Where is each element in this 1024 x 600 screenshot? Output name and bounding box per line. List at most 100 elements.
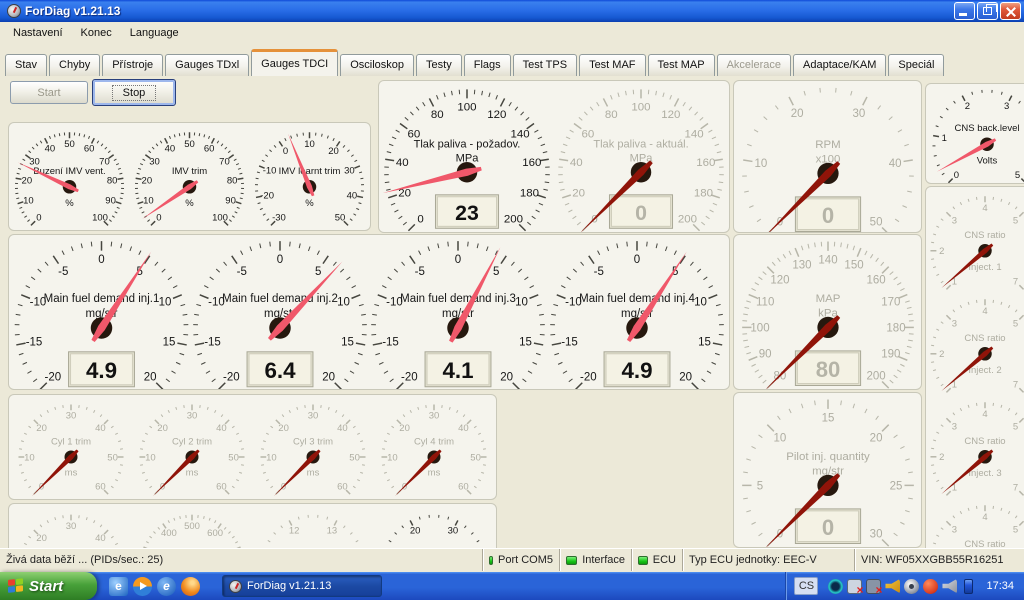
tab-pristroje[interactable]: Přístroje: [102, 54, 163, 76]
svg-text:160: 160: [522, 157, 541, 169]
svg-text:CNS ratio: CNS ratio: [964, 333, 1005, 344]
connection-error-icon[interactable]: [866, 579, 881, 594]
fordiag-task-button[interactable]: ForDiag v1.21.13: [222, 575, 382, 597]
tab-stav[interactable]: Stav: [5, 54, 47, 76]
svg-text:4.9: 4.9: [86, 358, 117, 383]
svg-text:0: 0: [635, 201, 647, 225]
svg-text:20: 20: [157, 423, 168, 434]
gauge-bottom-4: 01020304050: [374, 506, 494, 548]
gauge-bottom-3: 101112131415: [253, 506, 373, 548]
svg-text:40: 40: [95, 533, 106, 544]
close-button[interactable]: [1000, 2, 1021, 20]
task-button-label: ForDiag v1.21.13: [247, 580, 331, 592]
svg-text:Main fuel demand inj.1: Main fuel demand inj.1: [44, 293, 160, 305]
svg-text:60: 60: [458, 482, 469, 493]
svg-text:23: 23: [455, 201, 479, 225]
svg-text:1: 1: [942, 133, 947, 144]
stop-button[interactable]: Stop: [92, 79, 176, 106]
svg-text:-15: -15: [561, 336, 578, 348]
tab-test-maf[interactable]: Test MAF: [579, 54, 645, 76]
svg-text:40: 40: [570, 157, 583, 169]
svg-text:-5: -5: [593, 266, 603, 278]
internet-explorer-icon[interactable]: e: [157, 577, 176, 596]
restore-button[interactable]: [977, 2, 998, 20]
svg-text:50: 50: [349, 452, 360, 463]
svg-text:Main fuel demand inj.3: Main fuel demand inj.3: [400, 293, 516, 305]
svg-text:-5: -5: [237, 266, 247, 278]
status-port: Port COM5: [483, 549, 560, 571]
menu-konec[interactable]: Konec: [72, 24, 121, 42]
antivirus-icon[interactable]: [923, 579, 938, 594]
svg-text:MAP: MAP: [816, 293, 841, 305]
svg-text:80: 80: [605, 109, 618, 121]
svg-text:100: 100: [750, 322, 769, 334]
volume-icon[interactable]: [885, 579, 900, 594]
panel-map: 8090100110120130140150160170180190200MAP…: [733, 234, 922, 390]
svg-text:30: 30: [187, 411, 198, 422]
svg-text:Cyl 1 trim: Cyl 1 trim: [51, 437, 91, 448]
tab-chyby[interactable]: Chyby: [49, 54, 100, 76]
tab-test-tps[interactable]: Test TPS: [513, 54, 577, 76]
svg-text:4: 4: [982, 203, 987, 214]
svg-text:120: 120: [661, 109, 680, 121]
svg-text:50: 50: [107, 452, 118, 463]
svg-text:-30: -30: [272, 213, 286, 224]
tab-gauges-tdxl[interactable]: Gauges TDxl: [165, 54, 249, 76]
svg-text:12: 12: [289, 525, 300, 536]
svg-text:80: 80: [431, 109, 444, 121]
svg-text:190: 190: [881, 348, 900, 360]
panel-main-fuel-demand: -20-15-10-505101520Main fuel demand inj.…: [8, 234, 730, 390]
svg-text:Cyl 4 trim: Cyl 4 trim: [414, 437, 454, 448]
svg-text:160: 160: [866, 274, 885, 286]
svg-text:20: 20: [410, 525, 421, 536]
svg-text:200: 200: [866, 371, 885, 383]
svg-text:ms: ms: [307, 468, 320, 479]
svg-text:30: 30: [429, 411, 440, 422]
tab-special[interactable]: Speciál: [888, 54, 944, 76]
svg-text:60: 60: [216, 482, 227, 493]
svg-text:60: 60: [337, 482, 348, 493]
svg-text:110: 110: [756, 296, 774, 308]
svg-text:15: 15: [341, 336, 354, 348]
tab-gauges-tdci[interactable]: Gauges TDCI: [251, 49, 338, 76]
svg-text:7: 7: [1013, 277, 1018, 288]
tab-strip: Stav Chyby Přístroje Gauges TDxl Gauges …: [0, 44, 1024, 76]
media-player-icon[interactable]: [133, 577, 152, 596]
svg-text:3: 3: [952, 319, 957, 330]
svg-text:ms: ms: [428, 468, 441, 479]
tab-osciloskop[interactable]: Osciloskop: [340, 54, 414, 76]
tab-flags[interactable]: Flags: [464, 54, 511, 76]
svg-text:2: 2: [939, 246, 944, 257]
svg-text:40: 40: [95, 423, 106, 434]
tab-adaptace-kam[interactable]: Adaptace/KAM: [793, 54, 886, 76]
svg-text:90: 90: [105, 195, 116, 206]
network-offline-icon[interactable]: [847, 579, 862, 594]
sound-device-icon[interactable]: [942, 579, 957, 594]
svg-text:50: 50: [228, 452, 239, 463]
firefox-icon[interactable]: [181, 577, 200, 596]
menu-nastaveni[interactable]: Nastavení: [4, 24, 72, 42]
svg-text:60: 60: [204, 144, 215, 155]
status-interface-label: Interface: [582, 554, 625, 566]
gauge-rpm: 01020304050RPMx1000: [737, 84, 919, 233]
svg-text:%: %: [185, 198, 194, 209]
battery-icon[interactable]: [964, 579, 973, 594]
cd-player-icon[interactable]: [904, 579, 919, 594]
svg-text:5: 5: [493, 266, 499, 278]
gauge-bottom-2: 100200300400500600700800900: [132, 506, 252, 548]
svg-text:CNS ratio: CNS ratio: [964, 539, 1005, 548]
start-button: Start: [10, 81, 88, 104]
language-indicator[interactable]: CS: [794, 577, 818, 595]
svg-text:CNS back.level: CNS back.level: [955, 123, 1020, 134]
minimize-button[interactable]: [954, 2, 975, 20]
svg-text:CNS ratio: CNS ratio: [964, 230, 1005, 241]
program-icon[interactable]: [828, 579, 843, 594]
launch-app-icon[interactable]: e: [109, 577, 128, 596]
menu-language[interactable]: Language: [121, 24, 188, 42]
tab-test-map[interactable]: Test MAP: [648, 54, 715, 76]
svg-text:2: 2: [965, 101, 970, 112]
start-menu-button[interactable]: Start: [0, 572, 97, 600]
tab-testy[interactable]: Testy: [416, 54, 462, 76]
svg-text:90: 90: [759, 348, 772, 360]
svg-text:0: 0: [822, 515, 834, 540]
